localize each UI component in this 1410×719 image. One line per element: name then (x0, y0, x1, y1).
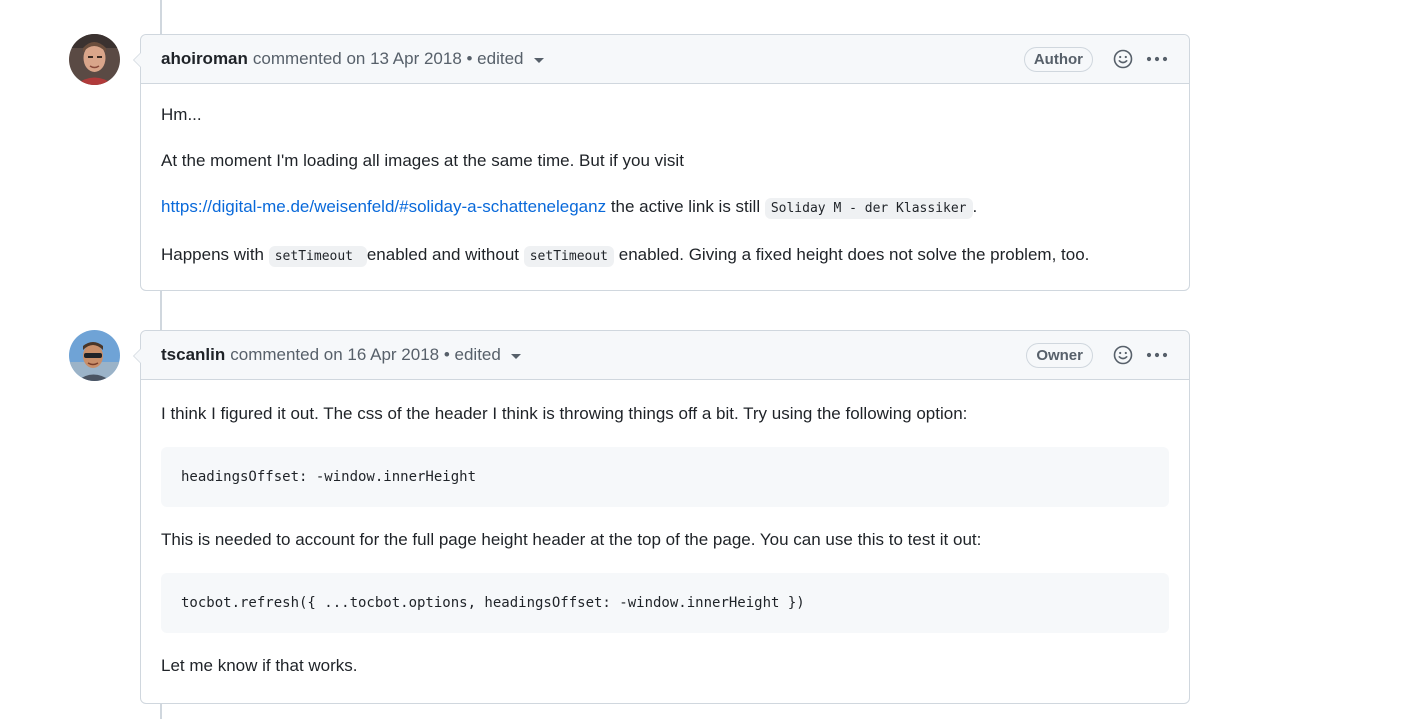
issue-timeline: ahoiroman commented on 13 Apr 2018 • edi… (0, 0, 1410, 719)
smiley-icon[interactable] (1111, 343, 1135, 367)
timeline-connector (160, 290, 162, 331)
paragraph-text: the active link is still (606, 197, 765, 216)
comment-paragraph: https://digital-me.de/weisenfeld/#solida… (161, 194, 1169, 222)
paragraph-text: Happens with (161, 245, 269, 264)
comment-actions: Owner (1026, 342, 1169, 368)
comment-body: Hm... At the moment I'm loading all imag… (141, 84, 1189, 286)
owner-badge: Owner (1026, 342, 1093, 368)
kebab-horizontal-icon[interactable] (1145, 47, 1169, 71)
timeline-connector (160, 703, 162, 719)
avatar-ahoiroman[interactable] (69, 34, 120, 85)
comment-header: tscanlin commented on 16 Apr 2018 • edit… (141, 331, 1189, 380)
comment-paragraph: Hm... (161, 105, 202, 124)
triangle-down-icon[interactable] (510, 353, 521, 359)
comment-actions: Author (1023, 46, 1169, 72)
smiley-icon[interactable] (1111, 47, 1135, 71)
comment-card: ahoiroman commented on 13 Apr 2018 • edi… (133, 34, 1190, 291)
paragraph-text: enabled and without (366, 245, 524, 264)
comment-card: tscanlin commented on 16 Apr 2018 • edit… (133, 330, 1190, 704)
comment-header: ahoiroman commented on 13 Apr 2018 • edi… (141, 35, 1189, 84)
triangle-down-icon[interactable] (533, 57, 544, 63)
comment-author-link[interactable]: ahoiroman (161, 49, 248, 69)
comment-paragraph: Let me know if that works. (161, 656, 358, 675)
inline-code: Soliday M - der Klassiker (764, 198, 973, 219)
author-badge: Author (1023, 46, 1093, 72)
kebab-horizontal-icon[interactable] (1145, 343, 1169, 367)
timeline-connector (160, 0, 162, 34)
comment-author-link[interactable]: tscanlin (161, 345, 225, 365)
avatar-tscanlin[interactable] (69, 330, 120, 381)
inline-code: setTimeout (523, 246, 615, 267)
inline-code: setTimeout (268, 246, 367, 267)
comment-meta[interactable]: commented on 16 Apr 2018 • edited (230, 345, 501, 365)
paragraph-text: . (972, 197, 978, 216)
external-link[interactable]: https://digital-me.de/weisenfeld/#solida… (161, 197, 606, 216)
comment-body: I think I figured it out. The css of the… (141, 380, 1189, 695)
comment-paragraph: This is needed to account for the full p… (161, 530, 982, 549)
code-block: tocbot.refresh({ ...tocbot.options, head… (161, 573, 1169, 633)
paragraph-text: enabled. Giving a fixed height does not … (614, 245, 1090, 264)
comment-meta[interactable]: commented on 13 Apr 2018 • edited (253, 49, 524, 69)
code-block: headingsOffset: -window.innerHeight (161, 447, 1169, 507)
comment-paragraph: Happens with setTimeout enabled and with… (161, 242, 1169, 270)
comment-paragraph: I think I figured it out. The css of the… (161, 404, 968, 423)
comment-paragraph: At the moment I'm loading all images at … (161, 151, 684, 170)
